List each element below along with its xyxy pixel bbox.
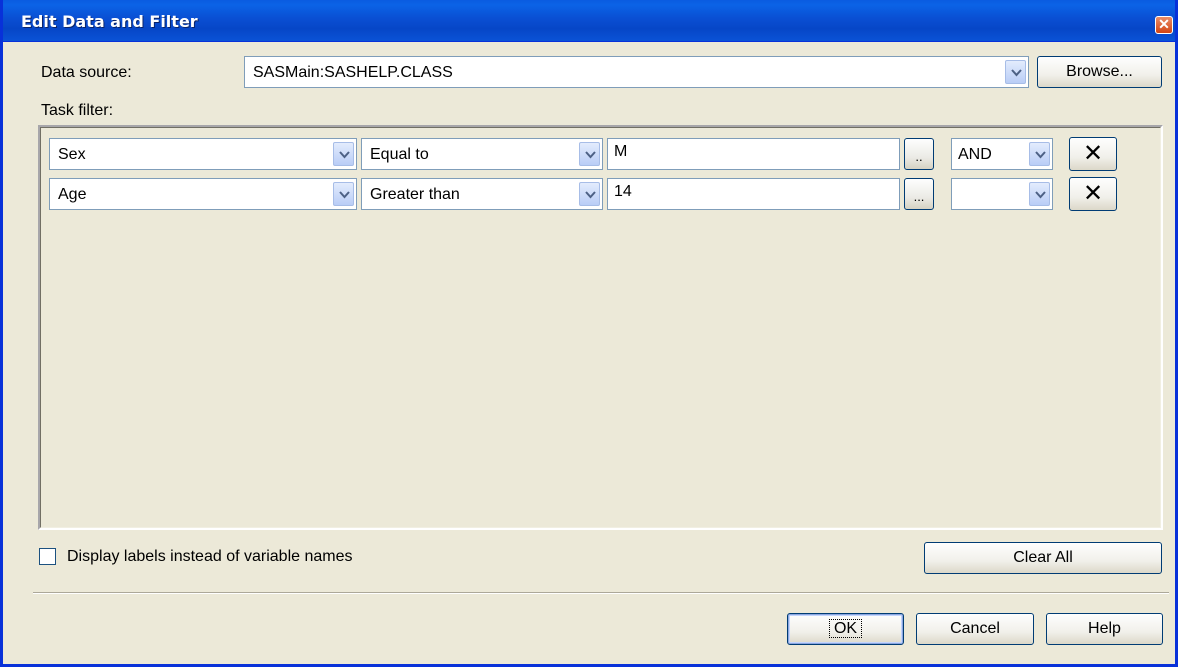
dialog-title: Edit Data and Filter bbox=[21, 12, 198, 31]
filter-row-2-value[interactable]: 14 bbox=[607, 178, 900, 210]
filter-value-text: M bbox=[614, 143, 628, 160]
filter-value-text: 14 bbox=[614, 183, 632, 200]
chevron-down-icon[interactable] bbox=[333, 182, 354, 206]
filter-row-2-delete-button[interactable]: ✕ bbox=[1069, 177, 1117, 211]
chevron-down-icon[interactable] bbox=[579, 182, 600, 206]
filter-operator-value: Equal to bbox=[370, 146, 429, 163]
close-icon[interactable]: ✕ bbox=[1155, 16, 1173, 34]
ok-label: OK bbox=[828, 619, 863, 638]
filter-row-1-operator[interactable]: Equal to bbox=[361, 138, 603, 170]
divider bbox=[33, 592, 1169, 594]
filter-row-2-connector[interactable] bbox=[951, 178, 1053, 210]
data-source-label: Data source: bbox=[41, 64, 132, 81]
chevron-down-icon[interactable] bbox=[1029, 142, 1050, 166]
edit-data-filter-dialog: Edit Data and Filter ✕ Data source: SASM… bbox=[0, 0, 1178, 667]
chevron-down-icon[interactable] bbox=[1005, 60, 1026, 84]
help-button[interactable]: Help bbox=[1046, 613, 1163, 645]
chevron-down-icon[interactable] bbox=[333, 142, 354, 166]
chevron-down-icon[interactable] bbox=[579, 142, 600, 166]
chevron-down-icon[interactable] bbox=[1029, 182, 1050, 206]
ok-button[interactable]: OK bbox=[787, 613, 904, 645]
filter-operator-value: Greater than bbox=[370, 186, 460, 203]
data-source-value: SASMain:SASHELP.CLASS bbox=[253, 64, 453, 81]
filter-variable-value: Age bbox=[58, 186, 87, 203]
filter-row-2-operator[interactable]: Greater than bbox=[361, 178, 603, 210]
browse-button[interactable]: Browse... bbox=[1037, 56, 1162, 88]
filter-row-1-ellipsis-button[interactable]: .. bbox=[904, 138, 934, 170]
filter-row-1-delete-button[interactable]: ✕ bbox=[1069, 137, 1117, 171]
clear-all-button[interactable]: Clear All bbox=[924, 542, 1162, 574]
filter-connector-value: AND bbox=[958, 146, 992, 163]
filter-row-1-value[interactable]: M bbox=[607, 138, 900, 170]
display-labels-label[interactable]: Display labels instead of variable names bbox=[67, 548, 352, 566]
filter-row-1-connector[interactable]: AND bbox=[951, 138, 1053, 170]
filter-variable-value: Sex bbox=[58, 146, 86, 163]
title-bar[interactable]: Edit Data and Filter ✕ bbox=[3, 0, 1175, 42]
cancel-button[interactable]: Cancel bbox=[916, 613, 1034, 645]
task-filter-label: Task filter: bbox=[41, 102, 114, 119]
filter-row-2-ellipsis-button[interactable]: ... bbox=[904, 178, 934, 210]
filter-row-2-variable[interactable]: Age bbox=[49, 178, 357, 210]
display-labels-checkbox[interactable] bbox=[39, 548, 56, 565]
data-source-combo[interactable]: SASMain:SASHELP.CLASS bbox=[244, 56, 1029, 88]
filter-row-1-variable[interactable]: Sex bbox=[49, 138, 357, 170]
